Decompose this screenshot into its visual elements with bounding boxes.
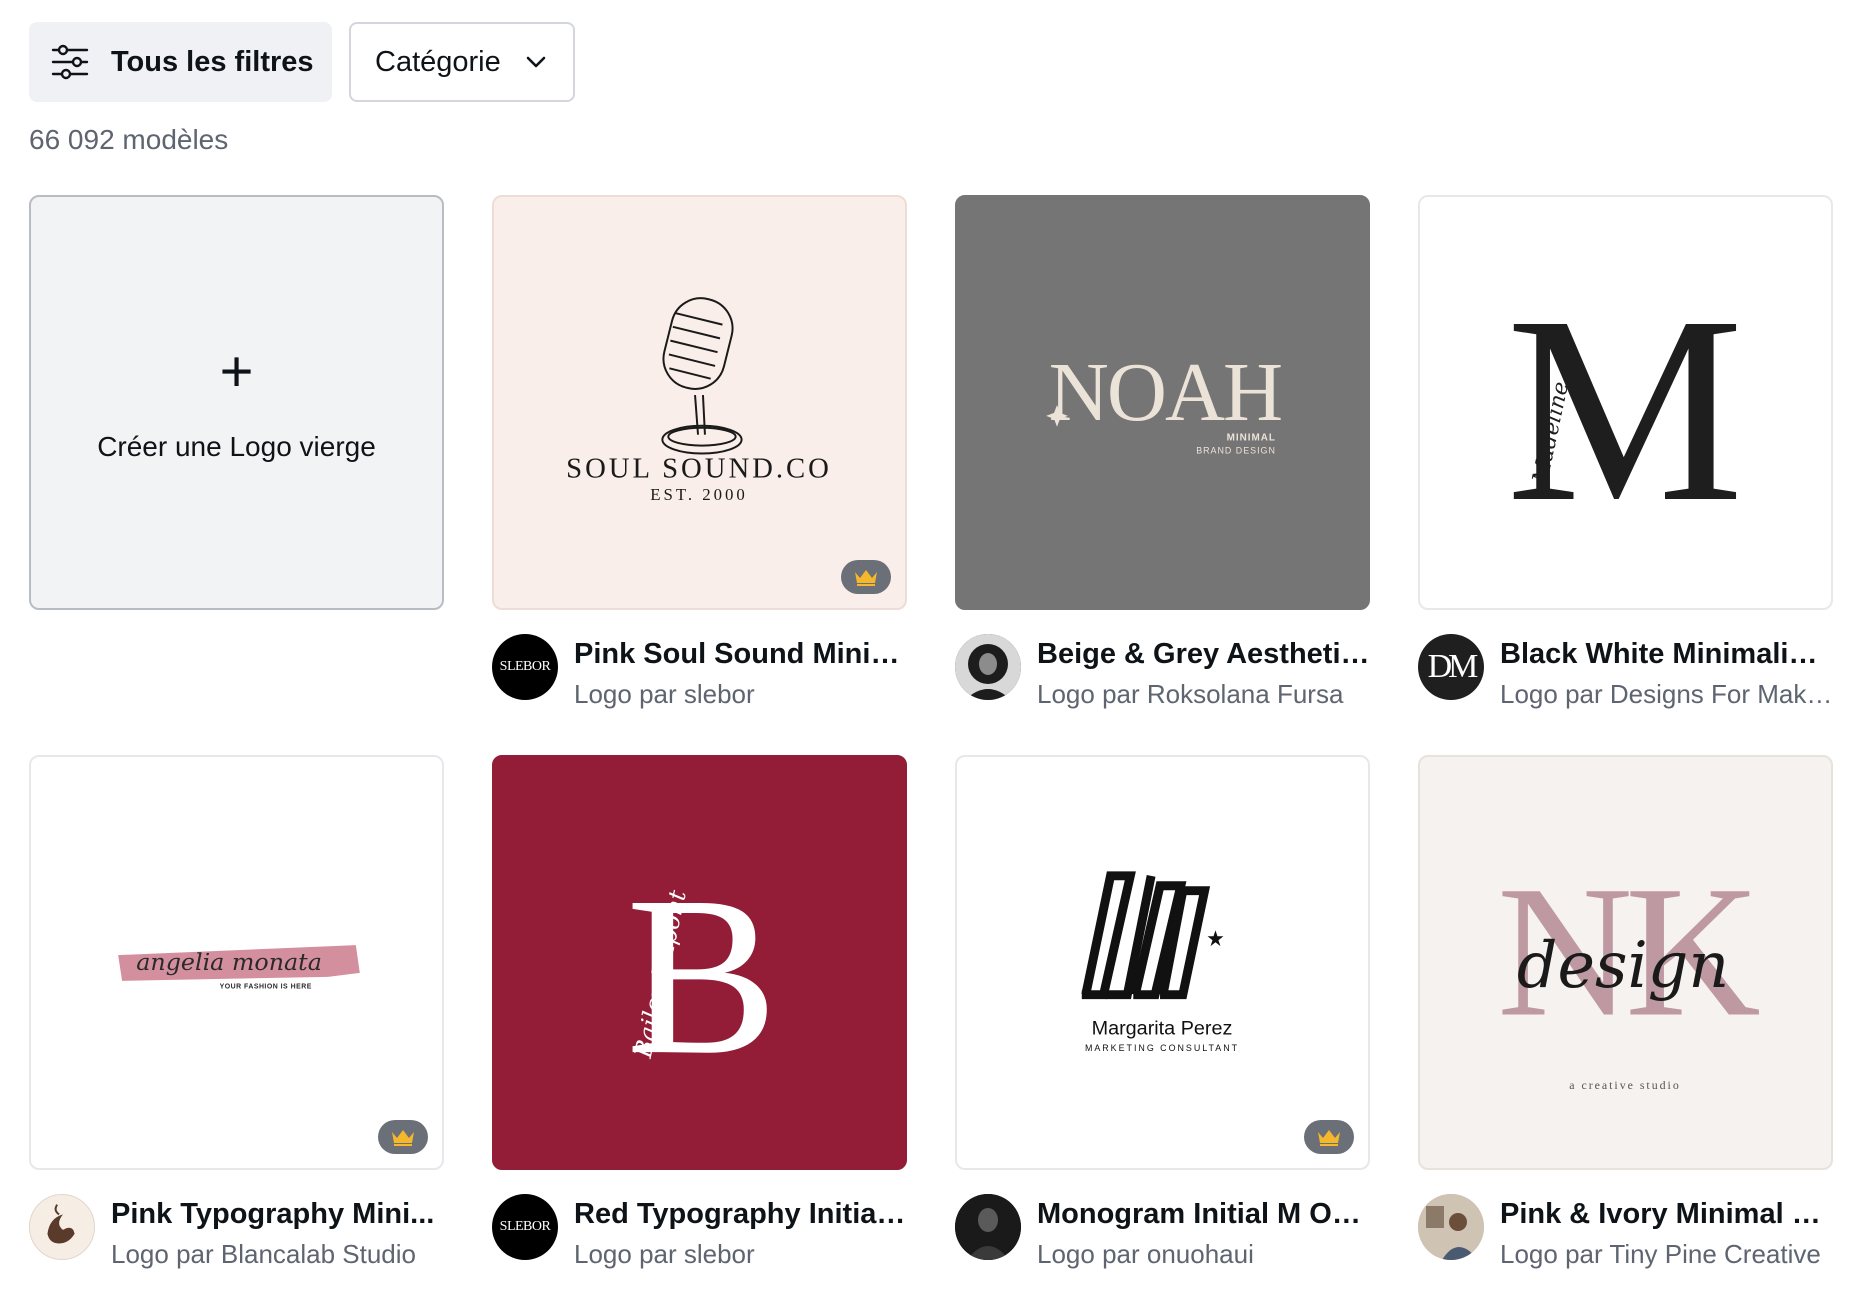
sliders-icon [51,44,89,80]
premium-badge [841,560,891,594]
template-card[interactable]: B Bailey Dupont SLEBOR Red Typography In… [492,755,907,1270]
premium-badge [378,1120,428,1154]
svg-text:MINIMAL: MINIMAL [1227,433,1276,444]
template-thumbnail[interactable]: angelia monata YOUR FASHION IS HERE [29,755,444,1170]
template-author[interactable]: Logo par Tiny Pine Creative [1500,1238,1833,1270]
margarita-logo-art: Margarita Perez MARKETING CONSULTANT [1081,871,1239,1053]
blank-logo-thumbnail[interactable]: + Créer une Logo vierge [29,195,444,610]
avatar[interactable]: DM [1418,634,1484,700]
avatar[interactable] [1418,1194,1484,1260]
template-title[interactable]: Pink Soul Sound Minim... [574,636,907,672]
b-monogram-logo-art: B Bailey Dupont [626,850,778,1102]
svg-text:SOUL SOUND.CO: SOUL SOUND.CO [566,452,832,484]
m-monogram-logo-art: M Madeline [1506,261,1744,557]
microphone-logo-art: SOUL SOUND.CO EST. 2000 [566,297,832,504]
all-filters-label: Tous les filtres [111,45,314,78]
template-author[interactable]: Logo par Designs For Makers [1500,678,1833,710]
template-thumbnail[interactable]: M Madeline [1418,195,1833,610]
template-card[interactable]: angelia monata YOUR FASHION IS HERE Pink… [29,755,444,1270]
template-author[interactable]: Logo par Roksolana Fursa [1037,678,1370,710]
template-author[interactable]: Logo par Blancalab Studio [111,1238,444,1270]
svg-text:YOUR FASHION IS HERE: YOUR FASHION IS HERE [220,984,312,991]
template-title[interactable]: Beige & Grey Aesthetic... [1037,636,1370,672]
template-title[interactable]: Pink Typography Mini... [111,1196,444,1232]
svg-text:EST. 2000: EST. 2000 [650,485,747,504]
crown-icon [392,1130,414,1146]
svg-text:NOAH: NOAH [1049,346,1281,438]
template-thumbnail[interactable]: B Bailey Dupont [492,755,907,1170]
template-title[interactable]: Black White Minimalist... [1500,636,1833,672]
person-photo-icon [1418,1194,1484,1260]
crown-icon [1318,1130,1340,1146]
svg-text:BRAND DESIGN: BRAND DESIGN [1196,446,1276,456]
noah-logo-art: NOAH MINIMAL BRAND DESIGN [1046,346,1283,456]
template-card[interactable]: M Madeline DM Black White Minimalist... … [1418,195,1833,710]
svg-text:a creative studio: a creative studio [1569,1078,1681,1092]
svg-text:design: design [1517,928,1729,1002]
template-title[interactable]: Monogram Initial M On... [1037,1196,1370,1232]
template-meta: Pink Typography Mini... Logo par Blancal… [29,1194,444,1270]
results-count: 66 092 modèles [29,124,229,155]
template-thumbnail[interactable]: NOAH MINIMAL BRAND DESIGN [955,195,1370,610]
template-title[interactable]: Pink & Ivory Minimal S... [1500,1196,1833,1232]
template-title[interactable]: Red Typography Initial ... [574,1196,907,1232]
template-card[interactable]: NK design a creative studio Pink & Ivory… [1418,755,1833,1270]
template-card[interactable]: NOAH MINIMAL BRAND DESIGN Beige & Grey A… [955,195,1370,710]
template-author[interactable]: Logo par slebor [574,1238,907,1270]
svg-text:angelia monata: angelia monata [136,948,322,976]
blank-logo-label: Créer une Logo vierge [97,430,376,462]
category-label: Catégorie [375,45,501,78]
svg-text:Margarita Perez: Margarita Perez [1092,1017,1233,1039]
category-dropdown[interactable]: Catégorie [349,22,575,102]
avatar[interactable]: SLEBOR [492,634,558,700]
person-photo-icon [955,634,1021,700]
template-thumbnail[interactable]: SOUL SOUND.CO EST. 2000 [492,195,907,610]
svg-text:M: M [1506,261,1744,557]
chevron-down-icon [526,56,546,68]
template-meta: DM Black White Minimalist... Logo par De… [1418,634,1833,710]
template-card[interactable]: SOUL SOUND.CO EST. 2000 SLEBOR Pink Soul… [492,195,907,710]
plus-icon: + [219,338,254,404]
template-author[interactable]: Logo par slebor [574,678,907,710]
avatar[interactable] [29,1194,95,1260]
template-meta: SLEBOR Pink Soul Sound Minim... Logo par… [492,634,907,710]
person-photo-icon [955,1194,1021,1260]
avatar[interactable] [955,1194,1021,1260]
all-filters-button[interactable]: Tous les filtres [29,22,332,102]
avatar[interactable]: SLEBOR [492,1194,558,1260]
template-meta: Pink & Ivory Minimal S... Logo par Tiny … [1418,1194,1833,1270]
template-meta: Beige & Grey Aesthetic... Logo par Rokso… [955,634,1370,710]
avatar[interactable] [955,634,1021,700]
template-card[interactable]: Margarita Perez MARKETING CONSULTANT Mon… [955,755,1370,1270]
angelia-logo-art: angelia monata YOUR FASHION IS HERE [118,945,360,991]
premium-badge [1304,1120,1354,1154]
template-meta: Monogram Initial M On... Logo par onuoha… [955,1194,1370,1270]
filters-bar: Tous les filtres Catégorie [29,22,575,102]
blank-logo-card[interactable]: + Créer une Logo vierge [29,195,444,610]
template-meta: SLEBOR Red Typography Initial ... Logo p… [492,1194,907,1270]
template-thumbnail[interactable]: NK design a creative studio [1418,755,1833,1170]
studio-logo-icon [47,1204,75,1244]
nk-design-logo-art: NK design a creative studio [1497,846,1767,1092]
template-author[interactable]: Logo par onuohaui [1037,1238,1370,1270]
template-thumbnail[interactable]: Margarita Perez MARKETING CONSULTANT [955,755,1370,1170]
crown-icon [855,570,877,586]
svg-text:MARKETING CONSULTANT: MARKETING CONSULTANT [1085,1043,1239,1053]
